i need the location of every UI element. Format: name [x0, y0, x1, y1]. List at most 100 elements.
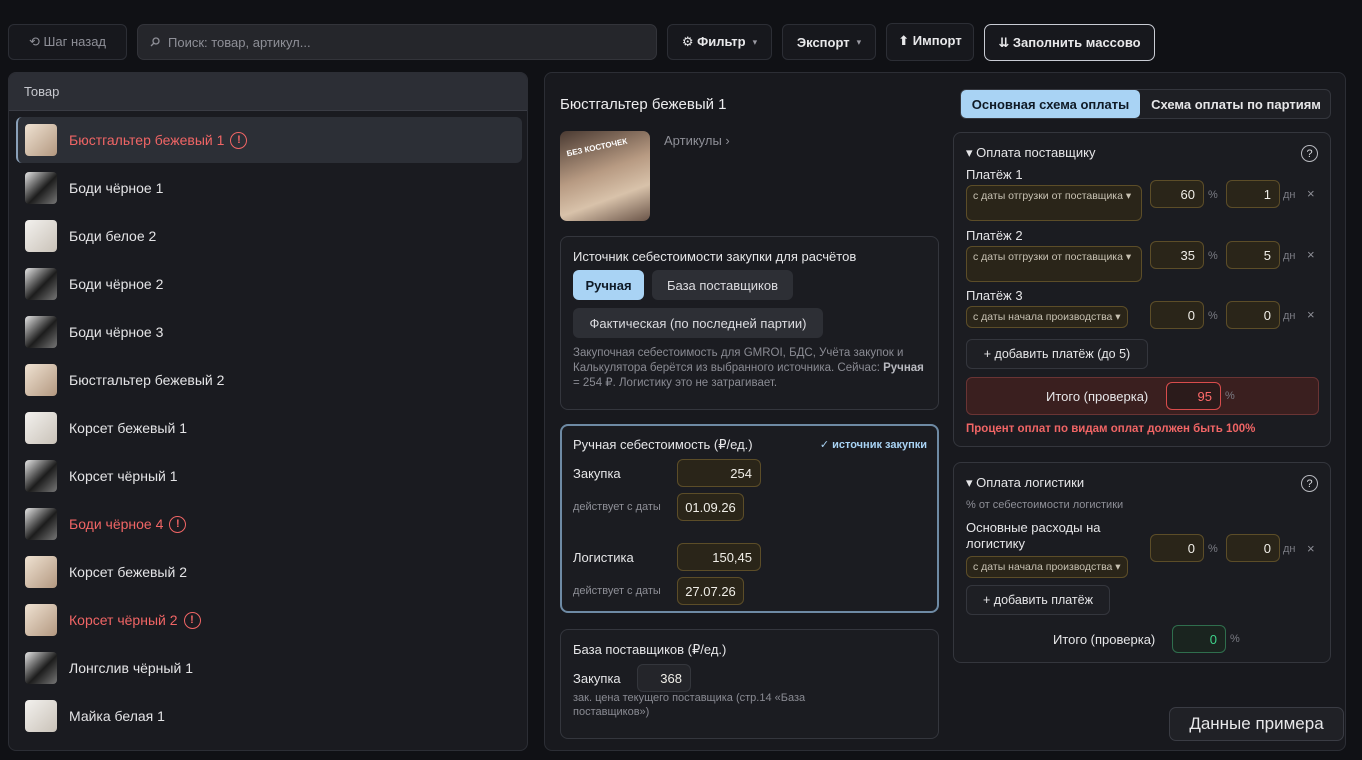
- product-row[interactable]: Лонгслив чёрный 1: [16, 645, 522, 691]
- import-button[interactable]: ⬆ Импорт: [886, 23, 974, 61]
- product-row[interactable]: Боди чёрное 2: [16, 261, 522, 307]
- remove-payment-icon[interactable]: ×: [1307, 186, 1315, 201]
- product-row[interactable]: Корсет чёрный 1: [16, 453, 522, 499]
- payment-base-select[interactable]: с даты начала производства ▾: [966, 306, 1128, 328]
- product-row[interactable]: Боди чёрное 1: [16, 165, 522, 211]
- cost-source-note-tail: = 254 ₽. Логистику это не затрагивает.: [573, 377, 778, 389]
- add-supplier-payment-button[interactable]: + добавить платёж (до 5): [966, 339, 1148, 369]
- manual-cost-card: Ручная себестоимость (₽/ед.) ✓ источник …: [560, 424, 939, 613]
- product-name: Корсет чёрный 2: [69, 612, 178, 628]
- product-name: Корсет бежевый 2: [69, 564, 187, 580]
- manual-cost-title: Ручная себестоимость (₽/ед.): [573, 437, 753, 452]
- manual-purchase-label: Закупка: [573, 466, 621, 481]
- product-row[interactable]: Бюстгальтер бежевый 2: [16, 357, 522, 403]
- export-button-label: Экспорт: [796, 34, 850, 50]
- supplier-base-source-button[interactable]: База поставщиков: [652, 270, 793, 300]
- remove-payment-icon[interactable]: ×: [1307, 307, 1315, 322]
- supplier-base-note: зак. цена текущего поставщика (стр.14 «Б…: [573, 692, 806, 718]
- product-name: Бюстгальтер бежевый 2: [69, 372, 225, 388]
- help-icon[interactable]: ?: [1301, 145, 1318, 162]
- search-icon: [150, 37, 160, 47]
- product-thumbnail: [25, 364, 57, 396]
- days-unit: дн: [1283, 310, 1296, 322]
- logistics-payment-title[interactable]: ▾ Оплата логистики: [966, 475, 1084, 491]
- product-thumbnail: [25, 124, 57, 156]
- articles-link[interactable]: Артикулы ›: [664, 133, 730, 148]
- logistics-base-select[interactable]: с даты начала производства ▾: [966, 556, 1128, 578]
- payment-days-input[interactable]: 0: [1226, 301, 1280, 329]
- payment-percent-input[interactable]: 0: [1150, 301, 1204, 329]
- logistics-date-input[interactable]: 27.07.26: [677, 577, 744, 605]
- bulk-fill-button[interactable]: ⇊ Заполнить массово: [984, 24, 1155, 61]
- payment-scheme-tabs: Основная схема оплаты Схема оплаты по па…: [960, 89, 1331, 119]
- remove-logistics-payment-icon[interactable]: ×: [1307, 541, 1315, 556]
- payment-label: Платёж 3: [966, 288, 1023, 303]
- product-row[interactable]: Майка белая 1: [16, 693, 522, 739]
- logistics-days-input[interactable]: 0: [1226, 534, 1280, 562]
- logistics-total-value: 0: [1172, 625, 1226, 653]
- supplier-purchase-label: Закупка: [573, 671, 621, 686]
- sample-data-button[interactable]: Данные примера: [1169, 707, 1344, 741]
- payment-base-select[interactable]: с даты отгрузки от поставщика ▾: [966, 246, 1142, 282]
- supplier-total-error: Процент оплат по видам оплат должен быть…: [966, 423, 1256, 435]
- product-thumbnail: [25, 412, 57, 444]
- payment-days-input[interactable]: 1: [1226, 180, 1280, 208]
- product-detail-panel: Бюстгальтер бежевый 1 БЕЗ КОСТОЧЕК Артик…: [544, 72, 1346, 751]
- tab-batch-payment-scheme[interactable]: Схема оплаты по партиям: [1142, 90, 1330, 118]
- payment-percent-input[interactable]: 60: [1150, 180, 1204, 208]
- cost-source-note-text: Закупочная себестоимость для GMROI, БДС,…: [573, 347, 904, 374]
- manual-logistics-input[interactable]: 150,45: [677, 543, 761, 571]
- payment-days-input[interactable]: 5: [1226, 241, 1280, 269]
- help-icon[interactable]: ?: [1301, 475, 1318, 492]
- import-button-label: ⬆ Импорт: [898, 33, 962, 48]
- product-row[interactable]: Боди белое 2: [16, 213, 522, 259]
- filter-button[interactable]: ⚙ Фильтр ▾: [667, 24, 772, 60]
- logistics-expense-label: Основные расходы на логистику: [966, 520, 1101, 551]
- product-list-header: Товар: [9, 73, 527, 111]
- percent-unit: %: [1208, 250, 1218, 262]
- chevron-down-icon: ▾: [752, 36, 758, 47]
- cost-source-note-bold: Ручная: [883, 362, 924, 374]
- product-row[interactable]: Боди чёрное 4!: [16, 501, 522, 547]
- product-row[interactable]: Корсет бежевый 2: [16, 549, 522, 595]
- supplier-payment-title[interactable]: ▾ Оплата поставщику: [966, 145, 1095, 161]
- search-placeholder: Поиск: товар, артикул...: [168, 34, 311, 50]
- product-thumbnail: [25, 220, 57, 252]
- product-row[interactable]: Бюстгальтер бежевый 1!: [16, 117, 522, 163]
- tab-main-payment-scheme[interactable]: Основная схема оплаты: [961, 90, 1140, 118]
- actual-source-button[interactable]: Фактическая (по последней партии): [573, 308, 823, 338]
- purchase-source-badge: ✓ источник закупки: [819, 439, 927, 451]
- supplier-total-box: Итого (проверка) 95 %: [966, 377, 1319, 415]
- product-row[interactable]: Боди чёрное 3: [16, 309, 522, 355]
- product-thumbnail: [25, 604, 57, 636]
- logistics-percent-input[interactable]: 0: [1150, 534, 1204, 562]
- product-name: Боди чёрное 3: [69, 324, 164, 340]
- product-thumbnail: [25, 268, 57, 300]
- days-unit: дн: [1283, 189, 1296, 201]
- product-row[interactable]: Корсет чёрный 2!: [16, 597, 522, 643]
- supplier-total-value: 95: [1166, 382, 1221, 410]
- supplier-purchase-value: 368: [637, 664, 691, 692]
- logistics-date-label: действует с даты: [573, 585, 661, 597]
- export-button[interactable]: Экспорт ▾: [782, 24, 876, 60]
- purchase-date-input[interactable]: 01.09.26: [677, 493, 744, 521]
- search-input[interactable]: Поиск: товар, артикул...: [137, 24, 657, 60]
- supplier-payment-card: ▾ Оплата поставщику ? Платёж 1 с даты отг…: [953, 132, 1331, 447]
- undo-button[interactable]: ⟲ Шаг назад: [8, 24, 127, 60]
- add-logistics-payment-button[interactable]: + добавить платёж: [966, 585, 1110, 615]
- product-name: Боди чёрное 4: [69, 516, 164, 532]
- error-icon: !: [183, 611, 201, 629]
- manual-purchase-input[interactable]: 254: [677, 459, 761, 487]
- remove-payment-icon[interactable]: ×: [1307, 247, 1315, 262]
- product-name: Корсет чёрный 1: [69, 468, 178, 484]
- manual-source-button[interactable]: Ручная: [573, 270, 644, 300]
- supplier-base-card: База поставщиков (₽/ед.) Закупка 368 зак…: [560, 629, 939, 739]
- cost-source-title: Источник себестоимости закупки для расчё…: [573, 249, 857, 264]
- product-name: Боди чёрное 1: [69, 180, 164, 196]
- product-row[interactable]: Корсет бежевый 1: [16, 405, 522, 451]
- payment-percent-input[interactable]: 35: [1150, 241, 1204, 269]
- cost-source-note: Закупочная себестоимость для GMROI, БДС,…: [573, 346, 928, 391]
- product-thumbnail: [25, 700, 57, 732]
- logistics-payment-subtitle: % от себестоимости логистики: [966, 499, 1124, 511]
- payment-base-select[interactable]: с даты отгрузки от поставщика ▾: [966, 185, 1142, 221]
